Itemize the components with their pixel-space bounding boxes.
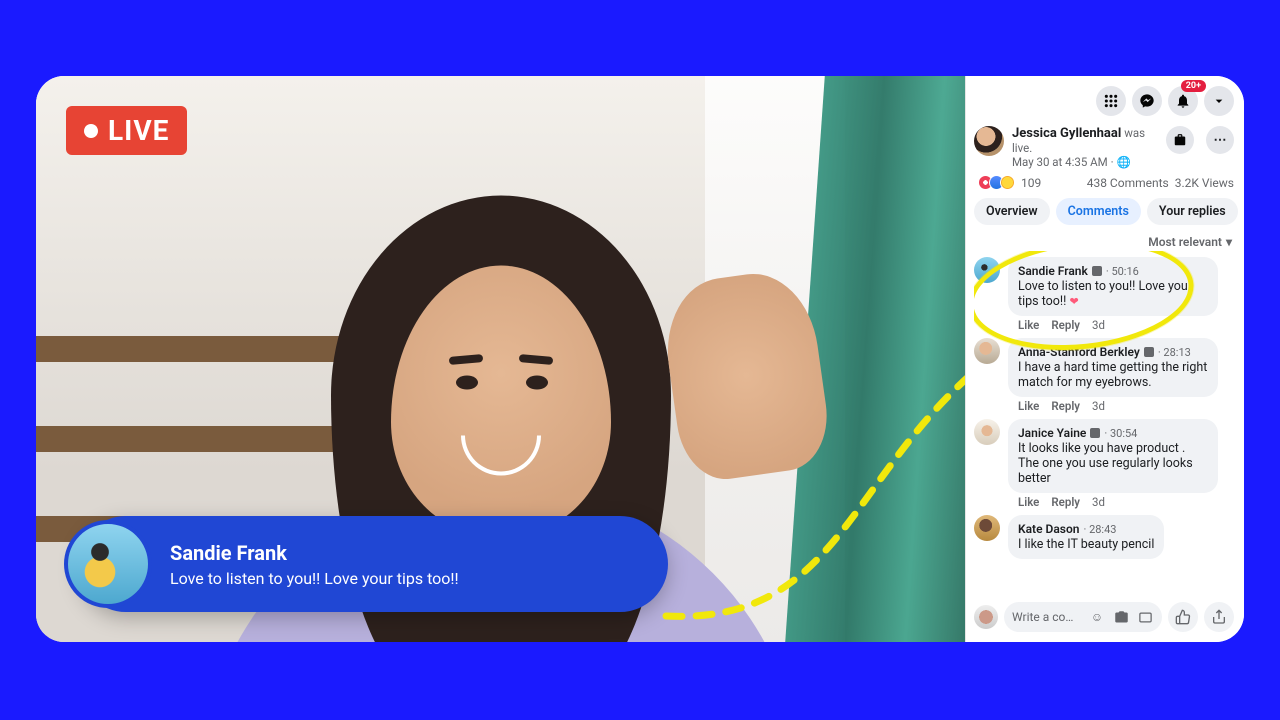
- live-dot-icon: [84, 124, 98, 138]
- live-badge-text: LIVE: [108, 114, 169, 147]
- overlay-avatar: [64, 520, 152, 608]
- haha-reaction-icon: [1000, 175, 1015, 190]
- sort-label: Most relevant: [1148, 235, 1222, 249]
- comment-age: 3d: [1092, 495, 1105, 509]
- comment-reply[interactable]: Reply: [1051, 318, 1080, 332]
- comment-reply[interactable]: Reply: [1051, 399, 1080, 413]
- post-timestamp: May 30 at 4:35 AM: [1012, 155, 1108, 169]
- tab-overview[interactable]: Overview: [974, 198, 1050, 225]
- post-author: Jessica Gyllenhaal was live. May 30 at 4…: [974, 126, 1234, 169]
- topbar-icons: 20+: [974, 86, 1234, 116]
- share-button[interactable]: [1204, 602, 1234, 632]
- commenter-avatar[interactable]: [974, 257, 1000, 283]
- comment-reply[interactable]: Reply: [1051, 495, 1080, 509]
- notifications-icon[interactable]: 20+: [1168, 86, 1198, 116]
- comment-bubble[interactable]: Janice Yaine · 30:54 It looks like you h…: [1008, 419, 1218, 493]
- video-timestamp: 30:54: [1110, 427, 1137, 440]
- comment-sort[interactable]: Most relevant ▾: [976, 235, 1232, 249]
- account-menu-icon[interactable]: [1204, 86, 1234, 116]
- post-stats: 109 438 Comments 3.2K Views: [974, 175, 1234, 190]
- comment-bubble[interactable]: Sandie Frank · 50:16 Love to listen to y…: [1008, 257, 1218, 316]
- comment-text: I like the IT beauty pencil: [1018, 537, 1154, 552]
- live-video[interactable]: LIVE Sandie Frank Love to listen to you!…: [36, 76, 966, 642]
- commenter-avatar[interactable]: [974, 338, 1000, 364]
- comment-age: 3d: [1092, 318, 1105, 332]
- comment-count[interactable]: 438 Comments: [1087, 176, 1169, 190]
- chevron-down-icon: ▾: [1226, 235, 1232, 249]
- comment-composer: Write a co… ☺: [974, 595, 1234, 632]
- commenter-name: Sandie Frank: [1018, 264, 1088, 278]
- globe-icon: 🌐: [1116, 155, 1130, 169]
- comment-input[interactable]: Write a co… ☺: [1004, 602, 1162, 632]
- app-card: LIVE Sandie Frank Love to listen to you!…: [36, 76, 1244, 642]
- reaction-count: 109: [1021, 176, 1041, 190]
- live-badge: LIVE: [66, 106, 187, 155]
- comment-age: 3d: [1092, 399, 1105, 413]
- video-timestamp: 50:16: [1111, 265, 1138, 278]
- overlay-comment-text: Love to listen to you!! Love your tips t…: [170, 569, 459, 588]
- reactions[interactable]: 109: [974, 175, 1041, 190]
- tabs: Overview Comments Your replies ›: [974, 198, 1234, 225]
- video-timestamp: 28:13: [1163, 346, 1190, 359]
- comment-item: Sandie Frank · 50:16 Love to listen to y…: [974, 257, 1234, 332]
- comment-item: Anna-Stanford Berkley · 28:13 I have a h…: [974, 338, 1234, 413]
- my-avatar[interactable]: [974, 605, 998, 629]
- comment-bubble[interactable]: Kate Dason · 28:43 I like the IT beauty …: [1008, 515, 1164, 559]
- presenter-figure: [391, 266, 611, 536]
- follower-badge-icon: [1144, 347, 1154, 357]
- comments-list: Sandie Frank · 50:16 Love to listen to y…: [974, 251, 1234, 595]
- like-button[interactable]: [1168, 602, 1198, 632]
- heart-icon: ❤: [1069, 295, 1078, 308]
- view-count: 3.2K Views: [1175, 176, 1234, 190]
- notif-badge: 20+: [1181, 80, 1206, 92]
- comment-like[interactable]: Like: [1018, 318, 1039, 332]
- comment-placeholder: Write a co…: [1012, 610, 1073, 624]
- follower-badge-icon: [1092, 266, 1102, 276]
- comment-like[interactable]: Like: [1018, 495, 1039, 509]
- comment-text: It looks like you have product . The one…: [1018, 441, 1208, 486]
- follower-badge-icon: [1090, 428, 1100, 438]
- commenter-name: Anna-Stanford Berkley: [1018, 345, 1140, 359]
- overlay-commenter-name: Sandie Frank: [170, 541, 459, 565]
- author-avatar[interactable]: [974, 126, 1004, 156]
- comment-like[interactable]: Like: [1018, 399, 1039, 413]
- comment-bubble[interactable]: Anna-Stanford Berkley · 28:13 I have a h…: [1008, 338, 1218, 397]
- comment-item: Kate Dason · 28:43 I like the IT beauty …: [974, 515, 1234, 559]
- tab-your-replies[interactable]: Your replies: [1147, 198, 1238, 225]
- apps-icon[interactable]: [1096, 86, 1126, 116]
- commenter-avatar[interactable]: [974, 419, 1000, 445]
- post-more-button[interactable]: ⋯: [1206, 126, 1234, 154]
- comment-item: Janice Yaine · 30:54 It looks like you h…: [974, 419, 1234, 509]
- tab-comments[interactable]: Comments: [1056, 198, 1141, 225]
- video-timestamp: 28:43: [1089, 523, 1116, 536]
- author-name[interactable]: Jessica Gyllenhaal: [1012, 126, 1121, 141]
- tag-product-button[interactable]: [1166, 126, 1194, 154]
- comment-text: I have a hard time getting the right mat…: [1018, 360, 1208, 390]
- commenter-name: Janice Yaine: [1018, 426, 1086, 440]
- sidebar: 20+ Jessica Gyllenhaal was live. May 30 …: [966, 76, 1244, 642]
- commenter-name: Kate Dason: [1018, 522, 1079, 536]
- emoji-icon[interactable]: ☺: [1088, 608, 1106, 626]
- overlay-comment: Sandie Frank Love to listen to you!! Lov…: [78, 516, 668, 612]
- gif-icon[interactable]: [1136, 608, 1154, 626]
- commenter-avatar[interactable]: [974, 515, 1000, 541]
- camera-icon[interactable]: [1112, 608, 1130, 626]
- messenger-icon[interactable]: [1132, 86, 1162, 116]
- comment-text: Love to listen to you!! Love your tips t…: [1018, 279, 1192, 309]
